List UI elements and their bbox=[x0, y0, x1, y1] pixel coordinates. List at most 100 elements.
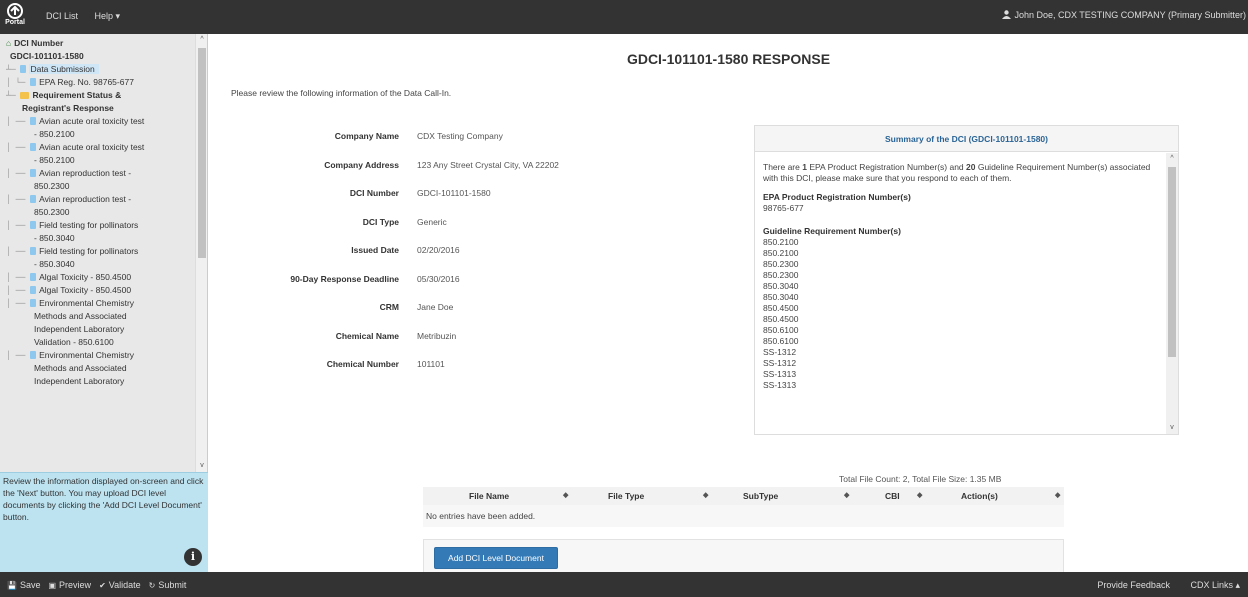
col-actions[interactable]: Action(s) bbox=[961, 491, 998, 501]
help-panel: Review the information displayed on-scre… bbox=[0, 472, 208, 572]
tree-item-label: Algal Toxicity - 850.4500 bbox=[39, 272, 132, 282]
sort-icon[interactable]: ◆ bbox=[1055, 491, 1060, 499]
tree-item: Independent Laboratory bbox=[0, 323, 195, 336]
summary-description: There are 1 EPA Product Registration Num… bbox=[763, 162, 1163, 184]
action-label: Save bbox=[19, 580, 41, 590]
tree-item[interactable]: │ └─ EPA Reg. No. 98765-677 bbox=[0, 76, 195, 89]
tree-item[interactable]: ⌂ DCI Number bbox=[0, 37, 195, 50]
col-file-name[interactable]: File Name bbox=[469, 491, 509, 501]
cdx-links-dropdown[interactable]: CDX Links ▴ bbox=[1190, 580, 1240, 590]
tree-item-label: - 850.3040 bbox=[34, 233, 75, 243]
bottom-toolbar: 💾 Save ▣ Preview ✔ Validate ↻ Submit Provide Fe… bbox=[0, 572, 1248, 597]
tree-item[interactable]: │ ── Avian reproduction test - bbox=[0, 193, 195, 206]
tree-item[interactable]: │ ── Avian acute oral toxicity test bbox=[0, 115, 195, 128]
detail-value: 101101 bbox=[417, 359, 445, 369]
file-icon bbox=[30, 169, 37, 177]
add-dci-level-document-button[interactable]: Add DCI Level Document bbox=[434, 547, 558, 569]
top-navbar: Portal DCI List Help ▾ John Doe, CDX TES… bbox=[0, 0, 1248, 34]
tree-item: - 850.2100 bbox=[0, 128, 195, 141]
folder-icon bbox=[20, 92, 30, 99]
tree-item-label: Environmental Chemistry bbox=[39, 298, 135, 308]
scroll-up-icon[interactable]: ^ bbox=[196, 34, 207, 46]
detail-label: Company Name bbox=[334, 131, 399, 141]
action-label: Preview bbox=[59, 580, 92, 590]
user-menu[interactable]: John Doe, CDX TESTING COMPANY (Primary S… bbox=[1002, 10, 1246, 20]
tree-connector: │ └─ bbox=[6, 78, 31, 87]
summary-scrollbar[interactable]: ^ v bbox=[1166, 153, 1178, 434]
detail-label: DCI Type bbox=[362, 216, 399, 227]
tree-item[interactable]: │ ── Algal Toxicity - 850.4500 bbox=[0, 271, 195, 284]
user-icon bbox=[1002, 10, 1012, 19]
sidebar-scrollbar[interactable]: ^ v bbox=[195, 34, 207, 472]
tree-item: - 850.3040 bbox=[0, 232, 195, 245]
save-button[interactable]: 💾 Save bbox=[7, 580, 40, 590]
user-name: John Doe, CDX TESTING COMPANY (Primary S… bbox=[1014, 10, 1246, 20]
sort-icon[interactable]: ◆ bbox=[563, 491, 568, 499]
detail-value: 05/30/2016 bbox=[417, 273, 460, 284]
tree-item-label: Avian acute oral toxicity test bbox=[39, 142, 145, 152]
main-content: GDCI-101101-1580 RESPONSE Please review … bbox=[209, 34, 1248, 573]
tree-item[interactable]: ┴─ Requirement Status & bbox=[0, 89, 195, 102]
summary-scroll-up-icon[interactable]: ^ bbox=[1166, 153, 1178, 165]
info-icon[interactable]: i bbox=[184, 548, 202, 566]
guide-number: 850.4500 bbox=[763, 303, 799, 313]
tree-item[interactable]: │ ── Avian reproduction test - bbox=[0, 167, 195, 180]
nav-help-dropdown[interactable]: Help ▾ bbox=[95, 11, 121, 21]
tree-item[interactable]: │ ── Environmental Chemistry bbox=[0, 349, 195, 362]
summary-scroll-down-icon[interactable]: v bbox=[1166, 422, 1178, 434]
sort-icon[interactable]: ◆ bbox=[917, 491, 922, 499]
recycle-logo-icon bbox=[7, 3, 23, 19]
dci-summary-panel: Summary of the DCI (GDCI-101101-1580) Th… bbox=[754, 125, 1179, 435]
detail-label: Issued Date bbox=[351, 245, 399, 255]
sidebar-scroll-thumb[interactable] bbox=[198, 48, 206, 258]
sort-icon[interactable]: ◆ bbox=[844, 491, 849, 499]
tree-item[interactable]: ┴─ Data Submission bbox=[0, 63, 195, 76]
add-document-panel: Add DCI Level Document bbox=[423, 539, 1064, 573]
validate-button[interactable]: ✔ Validate bbox=[99, 580, 141, 590]
scroll-down-icon[interactable]: v bbox=[196, 460, 207, 472]
file-icon bbox=[30, 286, 37, 294]
summary-scroll-thumb[interactable] bbox=[1168, 167, 1176, 357]
tree-connector: │ ── bbox=[6, 299, 31, 308]
file-icon bbox=[30, 273, 37, 281]
file-table-header: File Name ◆ File Type ◆ SubType ◆ CBI ◆ … bbox=[423, 487, 1064, 505]
detail-label: 90-Day Response Deadline bbox=[290, 273, 399, 284]
col-file-type[interactable]: File Type bbox=[608, 491, 644, 501]
sort-icon[interactable]: ◆ bbox=[703, 491, 708, 499]
file-icon bbox=[30, 221, 37, 229]
tree-connector: │ ── bbox=[6, 286, 31, 295]
guide-number: SS-1312 bbox=[763, 358, 797, 368]
col-cbi[interactable]: CBI bbox=[885, 491, 900, 501]
tree-item-label: Independent Laboratory bbox=[34, 324, 125, 334]
tree-item-label: 850.2300 bbox=[34, 181, 70, 191]
guide-number: 850.2300 bbox=[763, 270, 799, 280]
tree-connector: │ ── bbox=[6, 195, 31, 204]
tree-item[interactable]: │ ── Environmental Chemistry bbox=[0, 297, 195, 310]
tree-item-label: Avian reproduction test - bbox=[39, 168, 132, 178]
preview-button[interactable]: ▣ Preview bbox=[48, 580, 91, 590]
col-subtype[interactable]: SubType bbox=[743, 491, 778, 501]
tree-item: Registrant's Response bbox=[0, 102, 195, 115]
reg-number-list: 98765-677 bbox=[763, 203, 1163, 214]
submit-button[interactable]: ↻ Submit bbox=[149, 580, 187, 590]
detail-label: Company Address bbox=[324, 159, 399, 170]
tree-item-label: Independent Laboratory bbox=[34, 376, 125, 386]
tree-item[interactable]: │ ── Field testing for pollinators bbox=[0, 219, 195, 232]
tree-item[interactable]: │ ── Avian acute oral toxicity test bbox=[0, 141, 195, 154]
tree-item[interactable]: │ ── Field testing for pollinators bbox=[0, 245, 195, 258]
tree-item: Methods and Associated bbox=[0, 362, 195, 375]
guide-number: 850.4500 bbox=[763, 314, 799, 324]
tree-item: Validation - 850.6100 bbox=[0, 336, 195, 349]
tree-item[interactable]: │ ── Algal Toxicity - 850.4500 bbox=[0, 284, 195, 297]
top-nav: DCI List Help ▾ bbox=[46, 11, 134, 22]
nav-dci-list[interactable]: DCI List bbox=[46, 11, 78, 21]
tree-connector: │ ── bbox=[6, 143, 31, 152]
file-icon bbox=[30, 117, 37, 125]
reg-number: 98765-677 bbox=[763, 203, 804, 213]
tree-item-label: DCI Number bbox=[14, 38, 64, 48]
provide-feedback-link[interactable]: Provide Feedback bbox=[1097, 580, 1170, 590]
portal-logo[interactable]: Portal bbox=[4, 3, 26, 31]
intro-text: Please review the following information … bbox=[231, 88, 452, 98]
tree-item-label: Field testing for pollinators bbox=[39, 246, 139, 256]
tree-item-label: - 850.2100 bbox=[34, 129, 75, 139]
